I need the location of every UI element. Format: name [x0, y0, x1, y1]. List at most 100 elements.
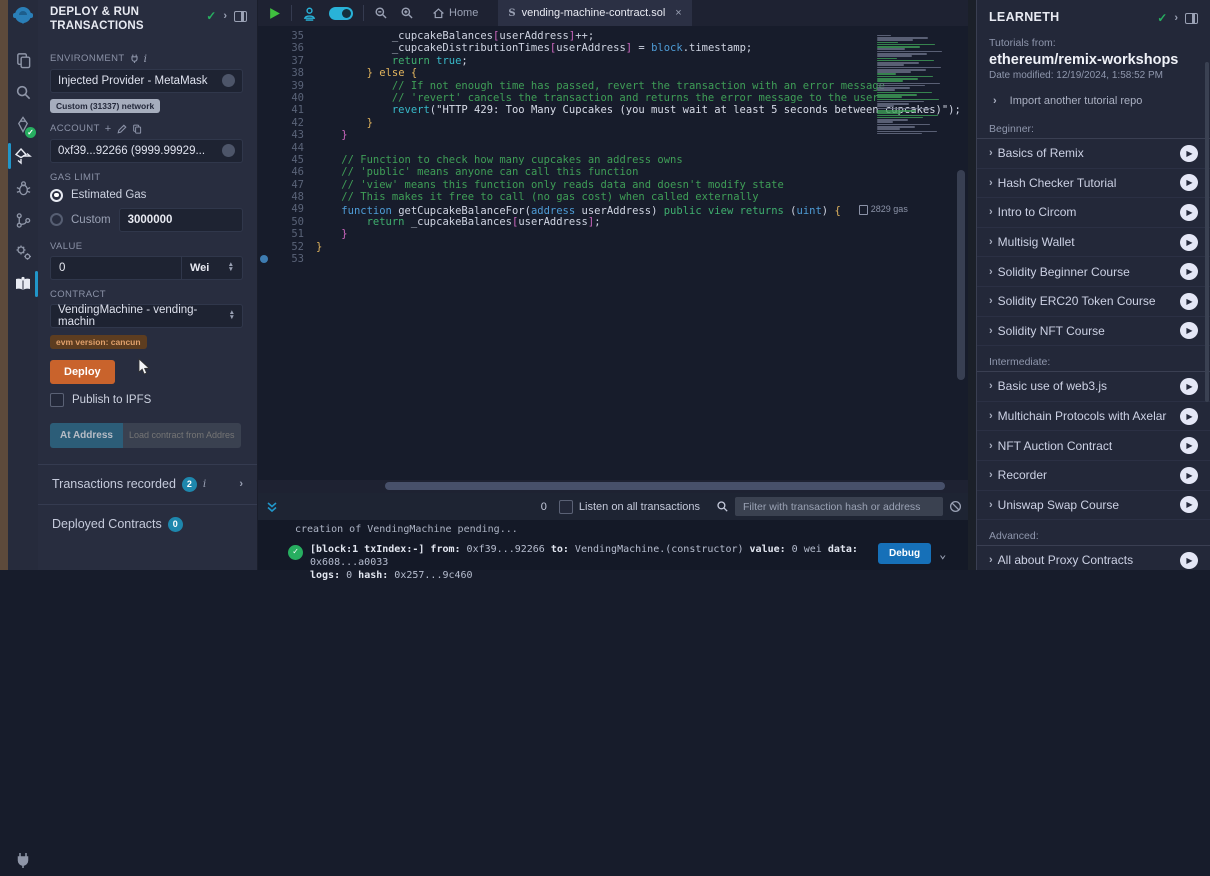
panel-pin-icon[interactable]	[234, 11, 247, 22]
code-line[interactable]: 47 // 'view' means this function only re…	[258, 179, 961, 191]
panel-collapse-icon[interactable]: ›	[223, 10, 227, 22]
estimated-gas-option[interactable]: Estimated Gas	[50, 189, 243, 202]
code-line[interactable]: 51 }	[258, 228, 961, 240]
code-line[interactable]: 44	[258, 142, 961, 154]
expand-log-icon[interactable]: ⌄	[939, 547, 946, 561]
tutorial-item[interactable]: ›Basics of Remix▶	[977, 139, 1210, 169]
line-number[interactable]: 35	[258, 30, 316, 42]
code-line[interactable]: 36 _cupcakeDistributionTimes[userAddress…	[258, 42, 961, 54]
add-account-icon[interactable]: +	[105, 123, 112, 135]
file-tab[interactable]: S vending-machine-contract.sol ×	[498, 0, 691, 26]
deployed-contracts-row[interactable]: Deployed Contracts 0	[38, 504, 257, 544]
publish-ipfs-checkbox[interactable]	[50, 393, 64, 407]
line-number[interactable]: 43	[258, 129, 316, 141]
line-number[interactable]: 36	[258, 42, 316, 54]
line-number[interactable]: 48	[258, 191, 316, 203]
debug-button[interactable]: Debug	[878, 543, 931, 564]
plugin-manager-icon[interactable]	[8, 844, 38, 876]
at-address-input[interactable]	[123, 423, 241, 448]
info-icon[interactable]: i	[203, 478, 206, 490]
tutorial-item[interactable]: ›NFT Auction Contract▶	[977, 431, 1210, 461]
custom-gas-option[interactable]: Custom 3000000	[50, 208, 243, 232]
terminal-search-icon[interactable]	[710, 494, 735, 520]
code-line[interactable]: 42 }	[258, 117, 961, 129]
assistant-icon[interactable]	[296, 0, 323, 26]
code-line[interactable]: 39 // If not enough time has passed, rev…	[258, 80, 961, 92]
import-repo-row[interactable]: › Import another tutorial repo	[977, 81, 1210, 113]
settings-icon[interactable]	[8, 236, 38, 268]
line-number[interactable]: 50	[258, 216, 316, 228]
play-tutorial-button[interactable]: ▶	[1180, 204, 1198, 221]
tutorial-item[interactable]: ›Multichain Protocols with Axelar▶	[977, 402, 1210, 432]
line-number[interactable]: 39	[258, 80, 316, 92]
panel-pin-icon[interactable]	[1185, 13, 1198, 24]
code-line[interactable]: 52}	[258, 241, 961, 253]
expand-terminal-icon[interactable]	[260, 494, 284, 520]
panel-collapse-icon[interactable]: ›	[1174, 12, 1178, 24]
run-script-icon[interactable]	[262, 0, 287, 26]
line-number[interactable]: 40	[258, 92, 316, 104]
expand-icon[interactable]: ›	[239, 478, 243, 490]
publish-ipfs-option[interactable]: Publish to IPFS	[50, 393, 243, 407]
clear-terminal-icon[interactable]	[943, 494, 968, 520]
line-number[interactable]: 52	[258, 241, 316, 253]
learneth-scrollbar[interactable]	[1205, 62, 1209, 402]
code-line[interactable]: 40 // 'revert' cancels the transaction a…	[258, 92, 961, 104]
deploy-run-icon[interactable]	[8, 140, 38, 172]
code-line[interactable]: 43 }	[258, 129, 961, 141]
editor-horizontal-scrollbar[interactable]	[258, 480, 968, 493]
toggle-on-icon[interactable]	[329, 7, 353, 20]
transactions-recorded-row[interactable]: Transactions recorded 2 i ›	[38, 464, 257, 504]
contract-select[interactable]: VendingMachine - vending-machin ▲▼	[50, 304, 243, 328]
code-line[interactable]: 46 // 'public' means anyone can call thi…	[258, 166, 961, 178]
line-number[interactable]: 51	[258, 228, 316, 240]
deploy-button[interactable]: Deploy	[50, 360, 115, 384]
tutorial-item[interactable]: ›Recorder▶	[977, 461, 1210, 491]
file-explorer-icon[interactable]	[8, 44, 38, 76]
editor-code[interactable]: 35 _cupcakeBalances[userAddress]++;36 _c…	[258, 30, 961, 265]
learneth-icon[interactable]	[8, 268, 38, 300]
editor-vertical-scrollbar[interactable]	[957, 170, 965, 380]
stepper-arrows-icon[interactable]: ▲▼	[228, 263, 234, 272]
terminal-filter-input[interactable]	[735, 497, 943, 516]
play-tutorial-button[interactable]: ▶	[1180, 263, 1198, 280]
tutorial-item[interactable]: ›All about Proxy Contracts▶	[977, 546, 1210, 570]
scrollbar-thumb[interactable]	[385, 482, 945, 490]
tutorial-item[interactable]: ›Hash Checker Tutorial▶	[977, 169, 1210, 199]
radio-unselected[interactable]	[50, 213, 63, 226]
tutorial-item[interactable]: ›Solidity ERC20 Token Course▶	[977, 287, 1210, 317]
code-line[interactable]: 48 // This makes it free to call (no gas…	[258, 191, 961, 203]
tutorial-item[interactable]: ›Multisig Wallet▶	[977, 228, 1210, 258]
zoom-in-icon[interactable]	[394, 0, 420, 26]
at-address-button[interactable]: At Address	[50, 423, 123, 448]
play-tutorial-button[interactable]: ▶	[1180, 496, 1198, 513]
code-line[interactable]: 45 // Function to check how many cupcake…	[258, 154, 961, 166]
edit-icon[interactable]	[117, 124, 127, 134]
play-tutorial-button[interactable]: ▶	[1180, 174, 1198, 191]
code-line[interactable]: 35 _cupcakeBalances[userAddress]++;	[258, 30, 961, 42]
code-line[interactable]: 37 return true;	[258, 55, 961, 67]
code-line[interactable]: 41 revert("HTTP 429: Too Many Cupcakes (…	[258, 104, 961, 116]
home-tab[interactable]: Home	[426, 0, 484, 26]
line-number[interactable]: 37	[258, 55, 316, 67]
value-unit-select[interactable]: Wei ▲▼	[182, 256, 243, 280]
copilot-toggle[interactable]	[323, 0, 359, 26]
play-tutorial-button[interactable]: ▶	[1180, 322, 1198, 339]
info-icon[interactable]: i	[144, 53, 148, 65]
line-number[interactable]: 42	[258, 117, 316, 129]
play-tutorial-button[interactable]: ▶	[1180, 467, 1198, 484]
copy-icon[interactable]	[132, 124, 142, 134]
line-number[interactable]: 49	[258, 203, 316, 215]
line-number[interactable]: 44	[258, 142, 316, 154]
minimap[interactable]	[873, 26, 957, 164]
account-select[interactable]: 0xf39...92266 (9999.99929...	[50, 139, 243, 163]
search-icon[interactable]	[8, 76, 38, 108]
line-number[interactable]: 45	[258, 154, 316, 166]
tutorial-item[interactable]: ›Uniswap Swap Course▶	[977, 491, 1210, 521]
code-line[interactable]: 53	[258, 253, 961, 265]
play-tutorial-button[interactable]: ▶	[1180, 437, 1198, 454]
play-tutorial-button[interactable]: ▶	[1180, 408, 1198, 425]
line-number[interactable]: 46	[258, 166, 316, 178]
play-tutorial-button[interactable]: ▶	[1180, 145, 1198, 162]
line-number[interactable]: 47	[258, 179, 316, 191]
